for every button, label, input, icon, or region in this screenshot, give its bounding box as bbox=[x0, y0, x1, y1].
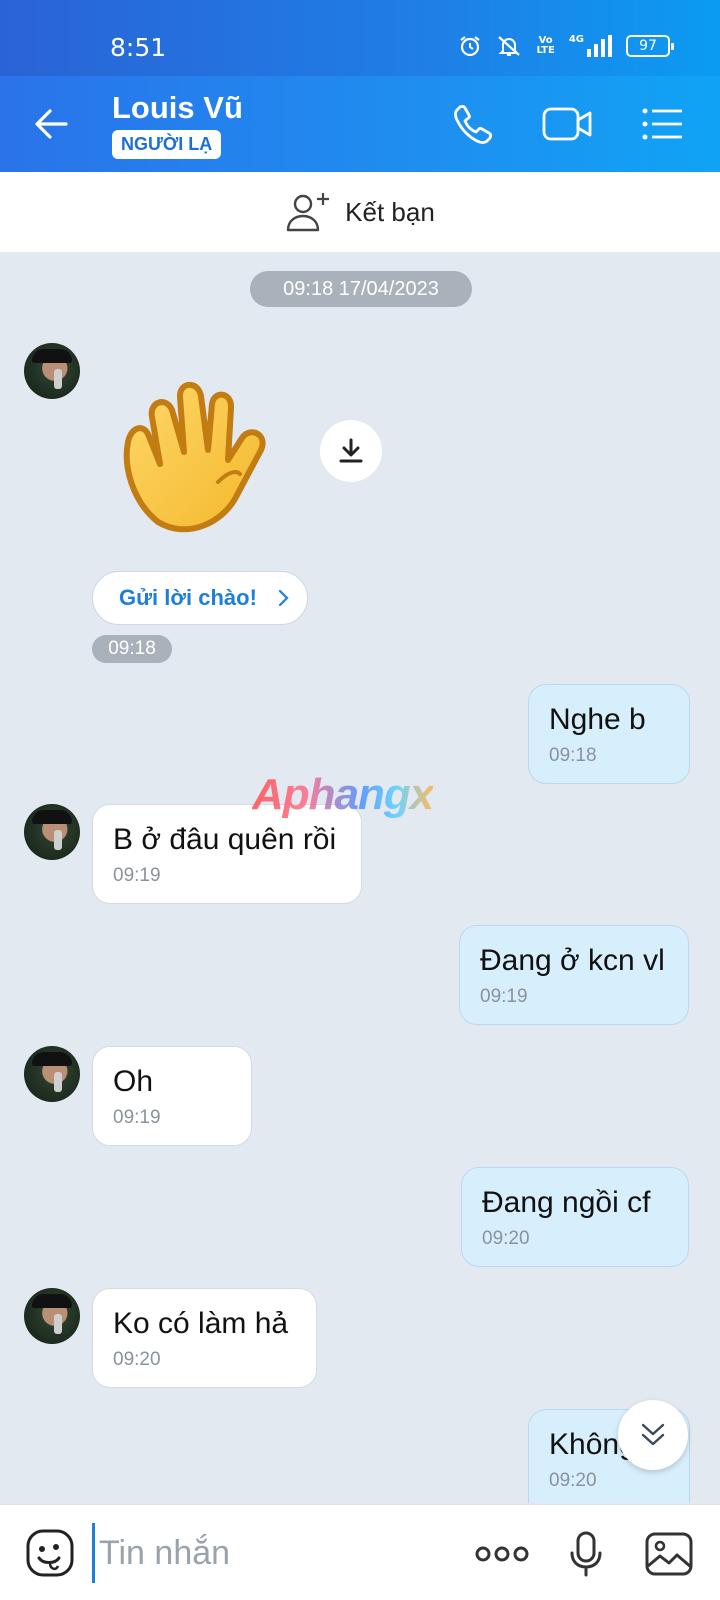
message-bubble-incoming[interactable]: Ko có làm hả 09:20 bbox=[92, 1288, 317, 1388]
volte-bottom-label: LTE bbox=[536, 45, 555, 56]
message-text: Đang ở kcn vl bbox=[480, 944, 665, 977]
avatar[interactable] bbox=[24, 804, 80, 860]
message-time: 09:18 bbox=[549, 745, 597, 766]
message-time: 09:20 bbox=[113, 1349, 161, 1370]
date-separator: 09:18 17/04/2023 bbox=[250, 271, 472, 307]
chevron-right-icon bbox=[278, 589, 289, 607]
message-time: 09:19 bbox=[113, 1107, 161, 1128]
menu-list-icon[interactable] bbox=[638, 100, 686, 148]
video-call-icon[interactable] bbox=[540, 100, 596, 148]
phone-call-icon[interactable] bbox=[450, 100, 498, 148]
watermark-logo: Aphangx bbox=[252, 770, 434, 819]
battery-icon: 97 bbox=[626, 35, 674, 57]
network-label: 4G bbox=[568, 34, 584, 45]
message-text: Đang ngồi cf bbox=[482, 1186, 651, 1219]
status-bar: 8:51 Vo LTE 4G 97 bbox=[0, 0, 720, 76]
message-time: 09:20 bbox=[482, 1228, 530, 1249]
message-text: B ở đâu quên rồi bbox=[113, 823, 337, 856]
add-friend-icon bbox=[286, 193, 330, 232]
avatar[interactable] bbox=[24, 1288, 80, 1344]
avatar[interactable] bbox=[24, 1046, 80, 1102]
message-time: 09:19 bbox=[113, 865, 161, 886]
message-bubble-outgoing[interactable]: Nghe b 09:18 bbox=[528, 684, 690, 784]
microphone-icon[interactable] bbox=[566, 1531, 606, 1577]
send-greeting-label: Gửi lời chào! bbox=[119, 585, 257, 610]
message-bubble-incoming[interactable]: Oh 09:19 bbox=[92, 1046, 252, 1146]
message-text: Oh bbox=[113, 1065, 154, 1098]
download-button[interactable] bbox=[320, 420, 382, 482]
message-text: Nghe b bbox=[549, 703, 646, 736]
mute-bell-icon bbox=[498, 36, 521, 56]
message-input-bar bbox=[0, 1504, 720, 1600]
chat-header: Louis Vũ NGƯỜI LẠ bbox=[0, 76, 720, 172]
contact-name[interactable]: Louis Vũ bbox=[112, 90, 243, 126]
message-text: Ko có làm hả bbox=[113, 1307, 289, 1340]
add-friend-bar[interactable]: Kết bạn bbox=[0, 172, 720, 252]
signal-icon: 4G bbox=[569, 35, 612, 57]
double-chevron-down-icon bbox=[641, 1423, 665, 1446]
avatar[interactable] bbox=[24, 343, 80, 399]
message-time: 09:19 bbox=[480, 986, 528, 1007]
add-friend-label: Kết bạn bbox=[345, 196, 435, 227]
status-time: 8:51 bbox=[110, 33, 167, 62]
back-arrow-icon[interactable] bbox=[30, 103, 72, 145]
sticker-time: 09:18 bbox=[92, 635, 172, 663]
download-icon bbox=[339, 438, 363, 463]
emoji-sticker-icon[interactable] bbox=[24, 1527, 76, 1579]
volte-icon: Vo LTE bbox=[536, 36, 554, 56]
stranger-badge: NGƯỜI LẠ bbox=[112, 130, 222, 159]
message-time: 09:20 bbox=[549, 1470, 597, 1491]
message-bubble-outgoing[interactable]: Đang ngồi cf 09:20 bbox=[461, 1167, 689, 1267]
scroll-to-bottom-button[interactable] bbox=[618, 1400, 688, 1470]
battery-level: 97 bbox=[639, 38, 657, 54]
image-gallery-icon[interactable] bbox=[644, 1531, 694, 1577]
more-options-icon[interactable] bbox=[474, 1531, 530, 1577]
waving-hand-sticker[interactable] bbox=[118, 372, 288, 542]
status-icons: Vo LTE 4G 97 bbox=[458, 34, 674, 58]
message-input[interactable] bbox=[92, 1523, 452, 1583]
message-bubble-outgoing[interactable]: Đang ở kcn vl 09:19 bbox=[459, 925, 689, 1025]
send-greeting-button[interactable]: Gửi lời chào! bbox=[92, 571, 308, 625]
alarm-icon bbox=[460, 36, 481, 57]
